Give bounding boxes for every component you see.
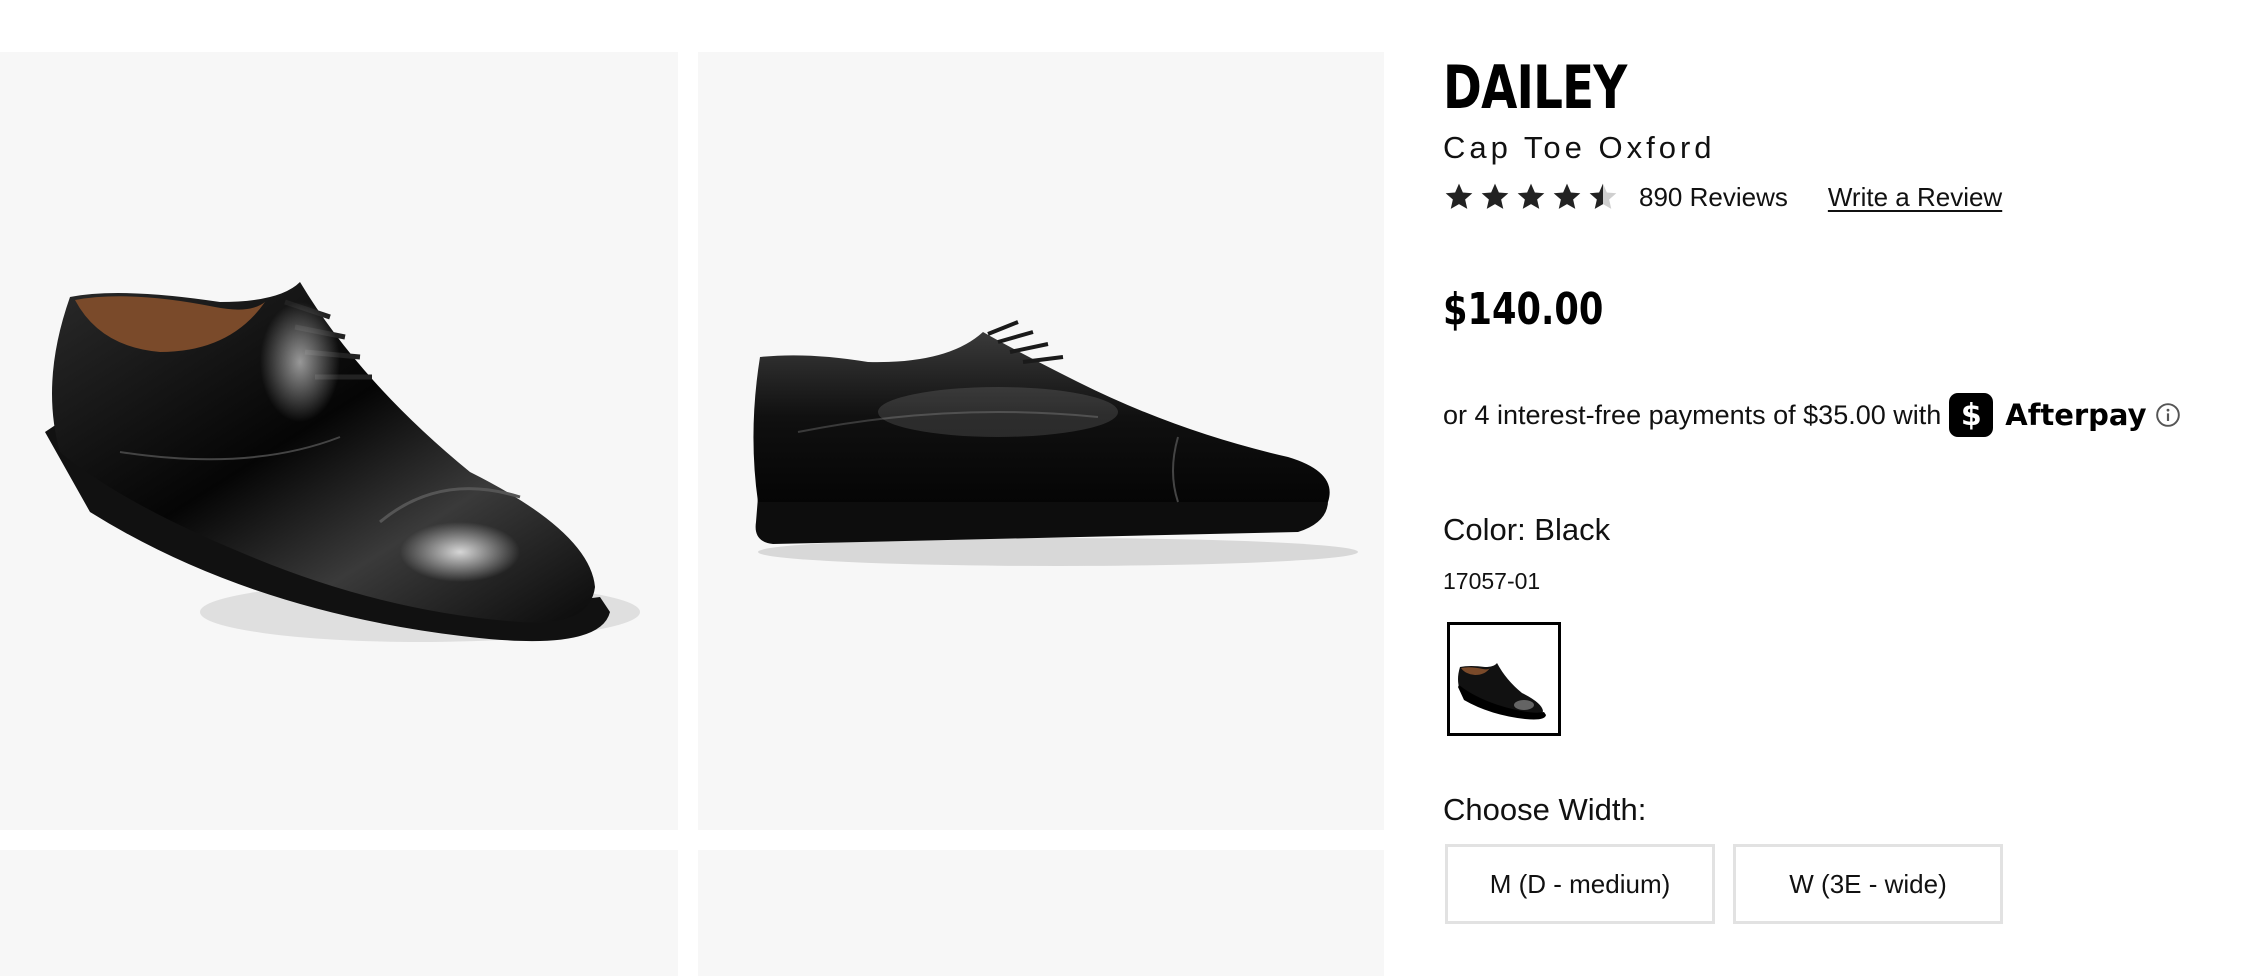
width-option-wide[interactable]: W (3E - wide) xyxy=(1733,844,2003,924)
color-swatch-black[interactable] xyxy=(1447,622,1561,736)
width-option-medium[interactable]: M (D - medium) xyxy=(1445,844,1715,924)
shoe-side-image xyxy=(753,320,1358,566)
afterpay-message: or 4 interest-free payments of $35.00 wi… xyxy=(1443,390,2181,440)
afterpay-logo-icon: $ xyxy=(1949,393,1994,437)
star-icon xyxy=(1553,183,1581,209)
shoe-angle-image xyxy=(45,282,640,642)
product-title: DAILEY xyxy=(1443,53,1627,123)
star-icon xyxy=(1445,183,1473,209)
width-label: Choose Width: xyxy=(1443,792,1647,827)
info-circle-icon[interactable] xyxy=(2155,402,2181,428)
color-label: Color: Black xyxy=(1443,512,1611,547)
product-details: DAILEY Cap Toe Oxford 890 Reviews Write … xyxy=(1443,0,2243,976)
star-rating[interactable] xyxy=(1443,181,1619,213)
product-price: $140.00 xyxy=(1443,284,1604,335)
product-image-side[interactable] xyxy=(698,52,1384,830)
write-review-link[interactable]: Write a Review xyxy=(1828,182,2002,213)
half-star-icon xyxy=(1589,183,1617,209)
afterpay-text: or 4 interest-free payments of $35.00 wi… xyxy=(1443,399,1942,430)
shoe-thumbnail-image xyxy=(1450,625,1558,733)
product-image-3[interactable] xyxy=(0,850,678,976)
product-image-4[interactable] xyxy=(698,850,1384,976)
star-icon xyxy=(1481,183,1509,209)
star-icon xyxy=(1517,183,1545,209)
product-sku: 17057-01 xyxy=(1443,568,1541,594)
product-subtitle: Cap Toe Oxford xyxy=(1443,130,1716,165)
product-image-angle[interactable] xyxy=(0,52,678,830)
afterpay-brand: Afterpay xyxy=(2005,398,2147,432)
rating-row: 890 Reviews Write a Review xyxy=(1443,172,2002,222)
review-count[interactable]: 890 Reviews xyxy=(1639,182,1788,213)
